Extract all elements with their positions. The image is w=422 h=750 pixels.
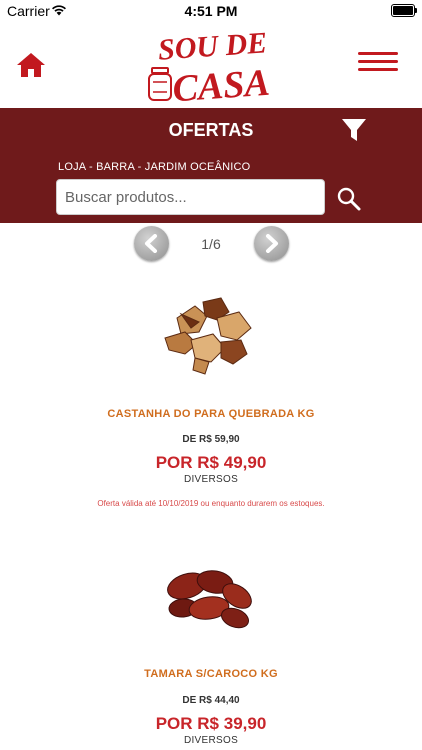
- offer-validity-note: Oferta válida até 10/10/2019 ou enquanto…: [97, 499, 325, 508]
- offer-price: POR R$ 39,90: [155, 714, 267, 733]
- logo-bottom-text: CASA: [171, 62, 271, 106]
- status-bar: Carrier 4:51 PM: [0, 0, 422, 22]
- chevron-right-icon: [266, 234, 278, 253]
- logo-top-text: SOU DE: [157, 26, 268, 67]
- page-indicator: 1/6: [201, 236, 221, 252]
- battery-icon: [391, 4, 417, 17]
- next-page-button[interactable]: [254, 226, 289, 261]
- product-category: DIVERSOS: [183, 474, 239, 485]
- brazil-nuts-image: [164, 297, 252, 375]
- logo: SOU DE CASA: [148, 26, 271, 106]
- menu-bar: [358, 68, 398, 71]
- menu-bar: [358, 52, 398, 55]
- menu-button[interactable]: [358, 52, 398, 74]
- offers-banner: OFERTAS LOJA - BARRA - JARDIM OCEÂNICO: [0, 108, 422, 223]
- old-price: DE R$ 44,40: [182, 695, 240, 706]
- dates-image: [167, 570, 252, 629]
- clock: 4:51 PM: [184, 3, 238, 19]
- app-header: SOU DE CASA: [0, 22, 422, 108]
- offer-price: POR R$ 49,90: [155, 453, 267, 472]
- menu-bar: [358, 60, 398, 63]
- product-name: CASTANHA DO PARA QUEBRADA KG: [107, 408, 315, 420]
- search-icon[interactable]: [336, 186, 362, 212]
- search-input[interactable]: [56, 179, 325, 215]
- product-name: TAMARA S/CAROCO KG: [144, 668, 278, 680]
- store-label: LOJA - BARRA - JARDIM OCEÂNICO: [58, 161, 251, 173]
- home-icon[interactable]: [14, 48, 48, 82]
- filter-icon[interactable]: [340, 117, 368, 143]
- product-category: DIVERSOS: [183, 735, 239, 746]
- old-price: DE R$ 59,90: [182, 434, 240, 445]
